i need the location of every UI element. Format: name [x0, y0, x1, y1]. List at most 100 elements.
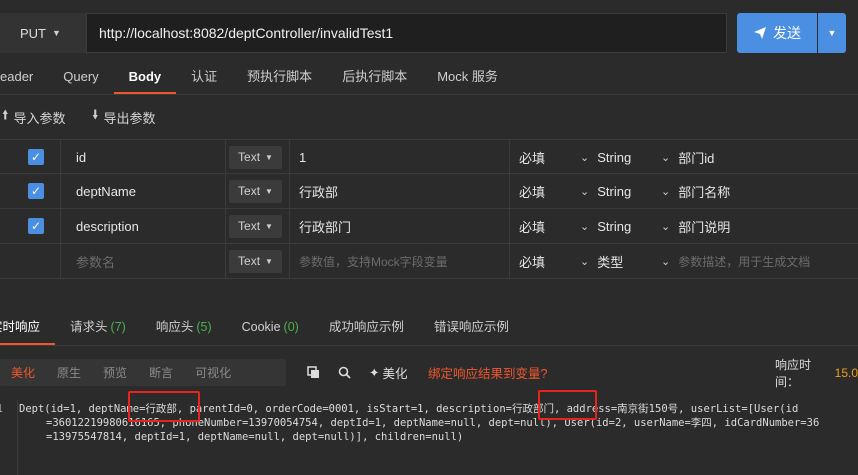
method-select[interactable]: PUT ▼ [0, 13, 86, 53]
chevron-down-icon: ▼ [827, 28, 837, 38]
code-line-3: =13975547814, deptId=1, deptName=null, d… [46, 431, 464, 443]
beautify-button[interactable]: ✦ 美化 [369, 359, 408, 386]
magic-wand-icon: ✦ [369, 366, 380, 380]
tab-live-response[interactable]: 实时响应 [0, 312, 56, 345]
arrow-down-icon: 🠛 [92, 107, 99, 122]
param-datatype-select[interactable]: ⌄ String [580, 209, 631, 243]
tab-label: 实时响应 [0, 320, 41, 334]
caret-down-icon: ▼ [265, 186, 273, 196]
chevron-down-icon: ⌄ [661, 220, 671, 233]
check-icon: ✓ [28, 149, 44, 165]
table-row-empty: 参数名 Text ▼ 参数值，支持Mock字段变量 必填 ⌄ 类型 ⌄ 参数描述，用于… [0, 244, 858, 279]
url-input[interactable]: http://localhost:8082/deptController/inv… [86, 13, 727, 53]
resp-time-value: 15.0 [834, 365, 858, 380]
bind-response-link[interactable]: 绑定响应结果到变量? [428, 359, 547, 386]
resp-time-label: 响应时间： [775, 357, 812, 389]
param-required-select[interactable]: 必填 [519, 244, 545, 278]
desc-label: 部门说明 [678, 219, 731, 235]
tab-post-script[interactable]: 后执行脚本 [327, 61, 422, 94]
tab-request-headers[interactable]: 请求头 (7) [55, 312, 141, 345]
copy-button[interactable] [307, 359, 320, 386]
param-desc[interactable]: ⌄ 部门id [661, 140, 714, 174]
row-checkbox[interactable]: ✓ [28, 174, 44, 208]
tab-label: 成功响应示例 [328, 320, 404, 334]
param-datatype-select[interactable]: ⌄ 类型 [580, 244, 623, 278]
tab-success-example[interactable]: 成功响应示例 [314, 312, 419, 345]
highlight-box-deptname [128, 391, 200, 422]
send-button[interactable]: 发送 [737, 13, 817, 53]
view-raw[interactable]: 原生 [46, 364, 92, 381]
response-body: 1 Dept(id=1, deptName=行政部, parentId=0, o… [0, 390, 858, 475]
tab-mock[interactable]: Mock 服务 [422, 61, 513, 94]
param-required-select[interactable]: 必填 [519, 174, 545, 208]
param-value-input[interactable]: 参数值，支持Mock字段变量 [299, 244, 448, 278]
param-desc-input[interactable]: ⌄ 参数描述，用于生成文档 [661, 244, 810, 278]
table-row: ✓ id Text ▼ 1 必填 ⌄ String ⌄ 部门id [0, 139, 858, 174]
chevron-down-icon: ⌄ [661, 185, 671, 198]
export-params-button[interactable]: 🠛 导出参数 [92, 103, 156, 131]
tab-count: (5) [196, 320, 212, 334]
chevron-down-icon: ⌄ [580, 151, 590, 164]
param-type-select[interactable]: Text ▼ [229, 244, 282, 278]
tabs-divider [0, 94, 858, 95]
request-tabs: eader Query Body 认证 预执行脚本 后执行脚本 Mock 服务 [0, 61, 513, 94]
desc-label: 部门id [678, 150, 715, 166]
param-datatype-select[interactable]: ⌄ String [580, 140, 631, 174]
required-label: 必填 [519, 184, 546, 200]
tab-response-headers[interactable]: 响应头 (5) [141, 312, 227, 345]
param-value[interactable]: 行政部 [299, 174, 338, 208]
line-number: 1 [0, 402, 3, 416]
param-required-select[interactable]: 必填 [519, 209, 545, 243]
view-assert[interactable]: 断言 [138, 364, 184, 381]
bind-link-text: 绑定响应结果到变量? [428, 367, 548, 381]
import-params-button[interactable]: 🠙 导入参数 [2, 103, 66, 131]
response-time: 响应时间： 15.0 [775, 358, 858, 389]
tab-label: Cookie [241, 320, 281, 334]
tab-count: (7) [110, 320, 126, 334]
check-icon: ✓ [28, 218, 44, 234]
row-checkbox[interactable]: ✓ [28, 209, 44, 243]
param-type: Text [238, 184, 261, 198]
tab-pre-script[interactable]: 预执行脚本 [232, 61, 327, 94]
param-desc[interactable]: ⌄ 部门说明 [661, 209, 730, 243]
table-row: ✓ deptName Text ▼ 行政部 必填 ⌄ String ⌄ 部门名称 [0, 174, 858, 209]
view-visualize[interactable]: 可视化 [184, 364, 242, 381]
chevron-down-icon: ⌄ [661, 151, 671, 164]
param-required-select[interactable]: 必填 [519, 140, 545, 174]
param-type-select[interactable]: Text ▼ [229, 174, 282, 208]
check-icon: ✓ [28, 183, 44, 199]
highlight-box-description [538, 390, 597, 420]
tab-cookie[interactable]: Cookie (0) [227, 312, 314, 345]
tab-auth[interactable]: 认证 [176, 61, 232, 94]
param-datatype-select[interactable]: ⌄ String [580, 174, 631, 208]
datatype-label: String [597, 149, 632, 165]
required-label: 必填 [519, 150, 546, 166]
param-type-select[interactable]: Text ▼ [229, 209, 282, 243]
param-value[interactable]: 1 [299, 140, 306, 174]
param-type: Text [238, 254, 261, 268]
row-checkbox[interactable]: ✓ [28, 140, 44, 174]
tab-query[interactable]: Query [48, 61, 113, 94]
param-value[interactable]: 行政部门 [299, 209, 351, 243]
tab-label: 请求头 [70, 320, 108, 334]
caret-down-icon: ▼ [265, 152, 273, 162]
chevron-down-icon: ⌄ [661, 255, 671, 268]
tab-body[interactable]: Body [113, 61, 177, 94]
tab-error-example[interactable]: 错误响应示例 [419, 312, 524, 345]
param-name[interactable]: deptName [76, 174, 136, 208]
search-icon [338, 366, 351, 379]
param-name-input[interactable]: 参数名 [76, 244, 115, 278]
url-text: http://localhost:8082/deptController/inv… [99, 25, 394, 41]
beautify-label: 美化 [382, 367, 408, 381]
param-name[interactable]: id [76, 140, 86, 174]
datatype-label: String [597, 183, 632, 199]
view-pretty[interactable]: 美化 [0, 364, 46, 381]
search-button[interactable] [338, 359, 351, 386]
param-type-select[interactable]: Text ▼ [229, 140, 282, 174]
table-row: ✓ description Text ▼ 行政部门 必填 ⌄ String ⌄ 部门说… [0, 209, 858, 244]
view-preview[interactable]: 预览 [92, 364, 138, 381]
tab-header[interactable]: eader [0, 61, 48, 94]
param-name[interactable]: description [76, 209, 139, 243]
param-desc[interactable]: ⌄ 部门名称 [661, 174, 730, 208]
send-dropdown-button[interactable]: ▼ [818, 13, 846, 53]
